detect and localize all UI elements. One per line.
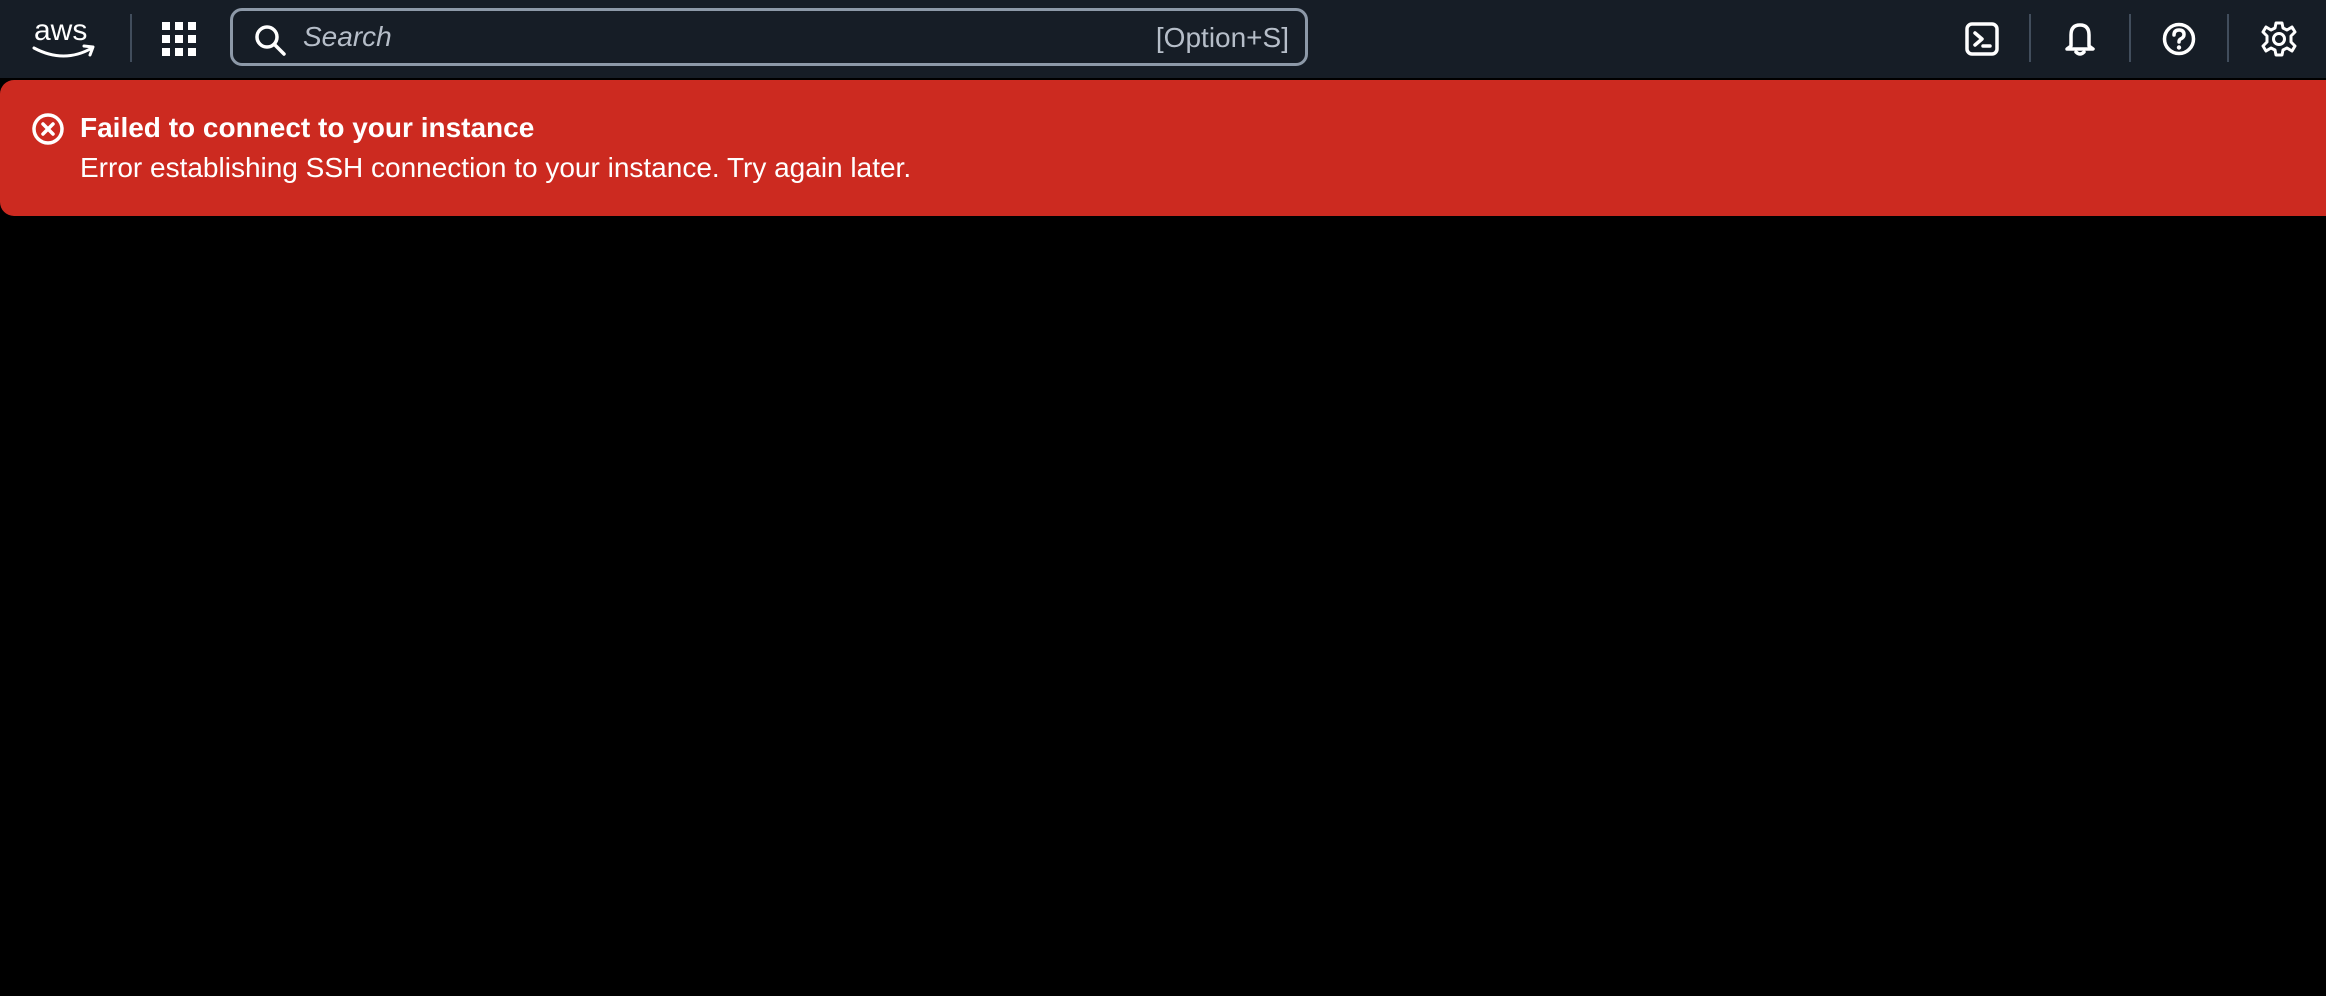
terminal-icon: [1965, 22, 1999, 56]
search-box[interactable]: [Option+S]: [230, 8, 1308, 66]
bell-icon: [2065, 23, 2095, 56]
nav-divider: [2029, 14, 2031, 62]
alert-title: Failed to connect to your instance: [80, 112, 535, 143]
question-circle-icon: [2162, 22, 2196, 56]
nav-divider: [2227, 14, 2229, 62]
alert-message: Error establishing SSH connection to you…: [80, 152, 912, 183]
error-alert-banner: [0, 80, 2326, 216]
notifications-button[interactable]: [2053, 12, 2107, 66]
nav-divider: [130, 14, 132, 62]
search-input[interactable]: [303, 16, 1103, 58]
search-shortcut-hint: [Option+S]: [1155, 22, 1289, 53]
help-button[interactable]: [2152, 12, 2206, 66]
terminal-area[interactable]: [0, 216, 2326, 996]
nav-divider: [2129, 14, 2131, 62]
error-icon: [32, 113, 64, 145]
grid-icon: [162, 22, 196, 56]
services-menu-button[interactable]: [152, 12, 206, 66]
settings-button[interactable]: [2252, 12, 2306, 66]
search-icon: [255, 25, 286, 56]
cloudshell-button[interactable]: [1955, 12, 2009, 66]
gear-icon: [2261, 21, 2297, 57]
aws-logo[interactable]: aws: [30, 12, 102, 62]
svg-text:aws: aws: [34, 14, 87, 47]
top-navigation: aws [Option+S]: [0, 0, 2326, 78]
